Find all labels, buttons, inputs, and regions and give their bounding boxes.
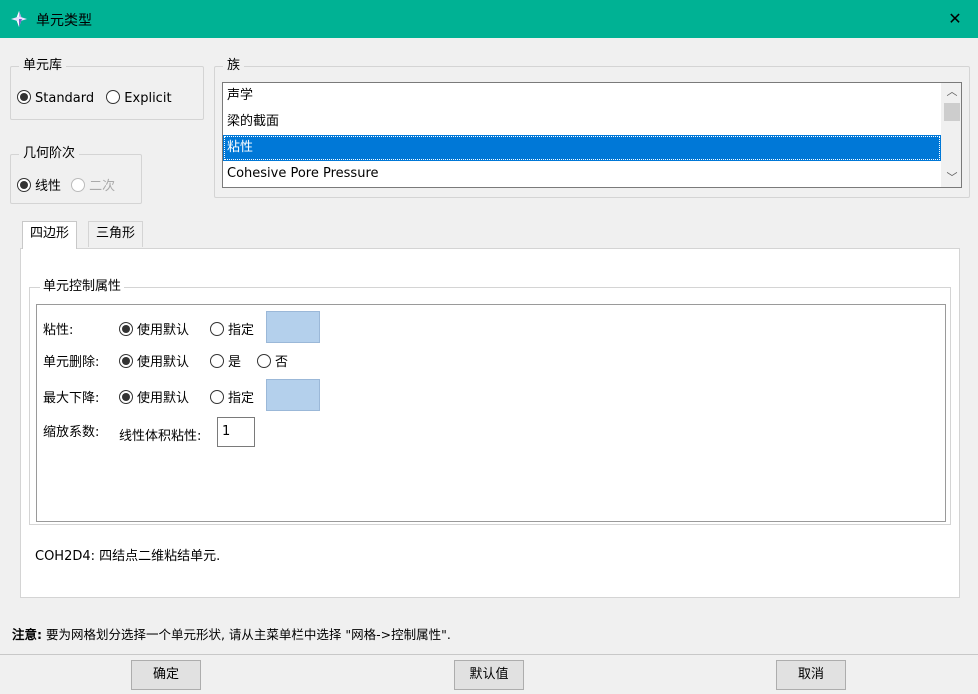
degradation-default-radio[interactable]: 使用默认: [119, 387, 189, 406]
viscosity-default-label: 使用默认: [137, 323, 190, 338]
radio-unchecked-icon: [210, 354, 224, 368]
radio-checked-icon: [17, 90, 31, 104]
radio-checked-icon: [17, 178, 31, 192]
ok-button[interactable]: 确定: [131, 660, 201, 690]
deletion-default-label: 使用默认: [137, 355, 190, 370]
viscosity-label: 粘性:: [43, 323, 74, 338]
element-deletion-label: 单元删除:: [43, 355, 100, 370]
geometric-order-legend: 几何阶次: [19, 146, 80, 162]
defaults-button[interactable]: 默认值: [454, 660, 524, 690]
radio-checked-icon: [119, 354, 133, 368]
degradation-specify-label: 指定: [228, 391, 255, 406]
separator: [0, 654, 978, 655]
scaling-label: 缩放系数:: [43, 425, 100, 440]
family-item-beam-section[interactable]: 梁的截面: [223, 109, 941, 135]
deletion-no-radio[interactable]: 否: [257, 351, 288, 370]
element-library-group: 单元库 Standard Explicit: [10, 58, 204, 120]
radio-explicit[interactable]: Explicit: [106, 90, 172, 106]
cancel-button[interactable]: 取消: [776, 660, 846, 690]
linear-bulk-viscosity-input[interactable]: 1: [217, 417, 255, 447]
radio-disabled-icon: [71, 178, 86, 192]
title-bar: 单元类型 ✕: [0, 0, 978, 38]
element-controls-legend: 单元控制属性: [40, 279, 125, 295]
max-degradation-label: 最大下降:: [43, 391, 100, 406]
tab-panel: 单元控制属性 粘性: 使用默认 指定 单元删除: 使用默认 是 否 最大下降: …: [20, 248, 960, 598]
viscosity-specify-radio[interactable]: 指定: [210, 319, 254, 338]
family-item-cohesive-pore-pressure[interactable]: Cohesive Pore Pressure: [223, 161, 941, 187]
element-library-legend: 单元库: [19, 58, 67, 74]
family-item-acoustic[interactable]: 声学: [223, 83, 941, 109]
family-item-cohesive[interactable]: 粘性: [223, 135, 941, 161]
radio-standard-label: Standard: [35, 91, 95, 106]
element-description: COH2D4: 四结点二维粘结单元.: [35, 549, 221, 564]
close-icon: ✕: [948, 9, 962, 28]
radio-linear[interactable]: 线性: [17, 175, 61, 194]
degradation-specify-radio[interactable]: 指定: [210, 387, 254, 406]
degradation-value-field[interactable]: [266, 379, 320, 411]
deletion-yes-label: 是: [228, 355, 242, 370]
app-icon: [11, 11, 27, 27]
degradation-default-label: 使用默认: [137, 391, 190, 406]
linear-bulk-viscosity-label: 线性体积粘性:: [119, 429, 202, 444]
family-scrollbar[interactable]: ︿ ﹀: [941, 83, 961, 187]
tab-quadrilateral[interactable]: 四边形: [22, 221, 78, 249]
radio-linear-label: 线性: [35, 179, 62, 194]
note-text: 要为网格划分选择一个单元形状, 请从主菜单栏中选择 "网格->控制属性".: [42, 627, 451, 642]
element-controls-group: 单元控制属性 粘性: 使用默认 指定 单元删除: 使用默认 是 否 最大下降: …: [29, 279, 951, 525]
tab-triangle[interactable]: 三角形: [88, 221, 144, 247]
family-listbox[interactable]: 声学 梁的截面 粘性 Cohesive Pore Pressure ︿ ﹀: [222, 82, 962, 188]
note-prefix: 注意:: [12, 627, 42, 642]
radio-unchecked-icon: [210, 322, 224, 336]
family-legend: 族: [223, 58, 245, 74]
scroll-down-icon[interactable]: ﹀: [942, 169, 962, 187]
viscosity-default-radio[interactable]: 使用默认: [119, 319, 189, 338]
radio-explicit-label: Explicit: [124, 91, 172, 106]
radio-quadratic-label: 二次: [89, 179, 116, 194]
close-button[interactable]: ✕: [940, 6, 970, 32]
radio-unchecked-icon: [106, 90, 121, 104]
radio-standard[interactable]: Standard: [17, 90, 94, 106]
note-line: 注意: 要为网格划分选择一个单元形状, 请从主菜单栏中选择 "网格->控制属性"…: [12, 624, 451, 643]
radio-checked-icon: [119, 390, 133, 404]
geometric-order-group: 几何阶次 线性 二次: [10, 146, 142, 204]
deletion-no-label: 否: [275, 355, 289, 370]
window-title: 单元类型: [36, 13, 92, 29]
deletion-default-radio[interactable]: 使用默认: [119, 351, 189, 370]
viscosity-value-field[interactable]: [266, 311, 320, 343]
radio-quadratic: 二次: [71, 175, 115, 194]
viscosity-specify-label: 指定: [228, 323, 255, 338]
radio-unchecked-icon: [210, 390, 224, 404]
element-controls-box: 粘性: 使用默认 指定 单元删除: 使用默认 是 否 最大下降: 使用默认 指定…: [36, 304, 946, 522]
scroll-up-icon[interactable]: ︿: [942, 83, 962, 101]
scroll-thumb[interactable]: [944, 103, 960, 121]
deletion-yes-radio[interactable]: 是: [210, 351, 241, 370]
radio-unchecked-icon: [257, 354, 271, 368]
radio-checked-icon: [119, 322, 133, 336]
